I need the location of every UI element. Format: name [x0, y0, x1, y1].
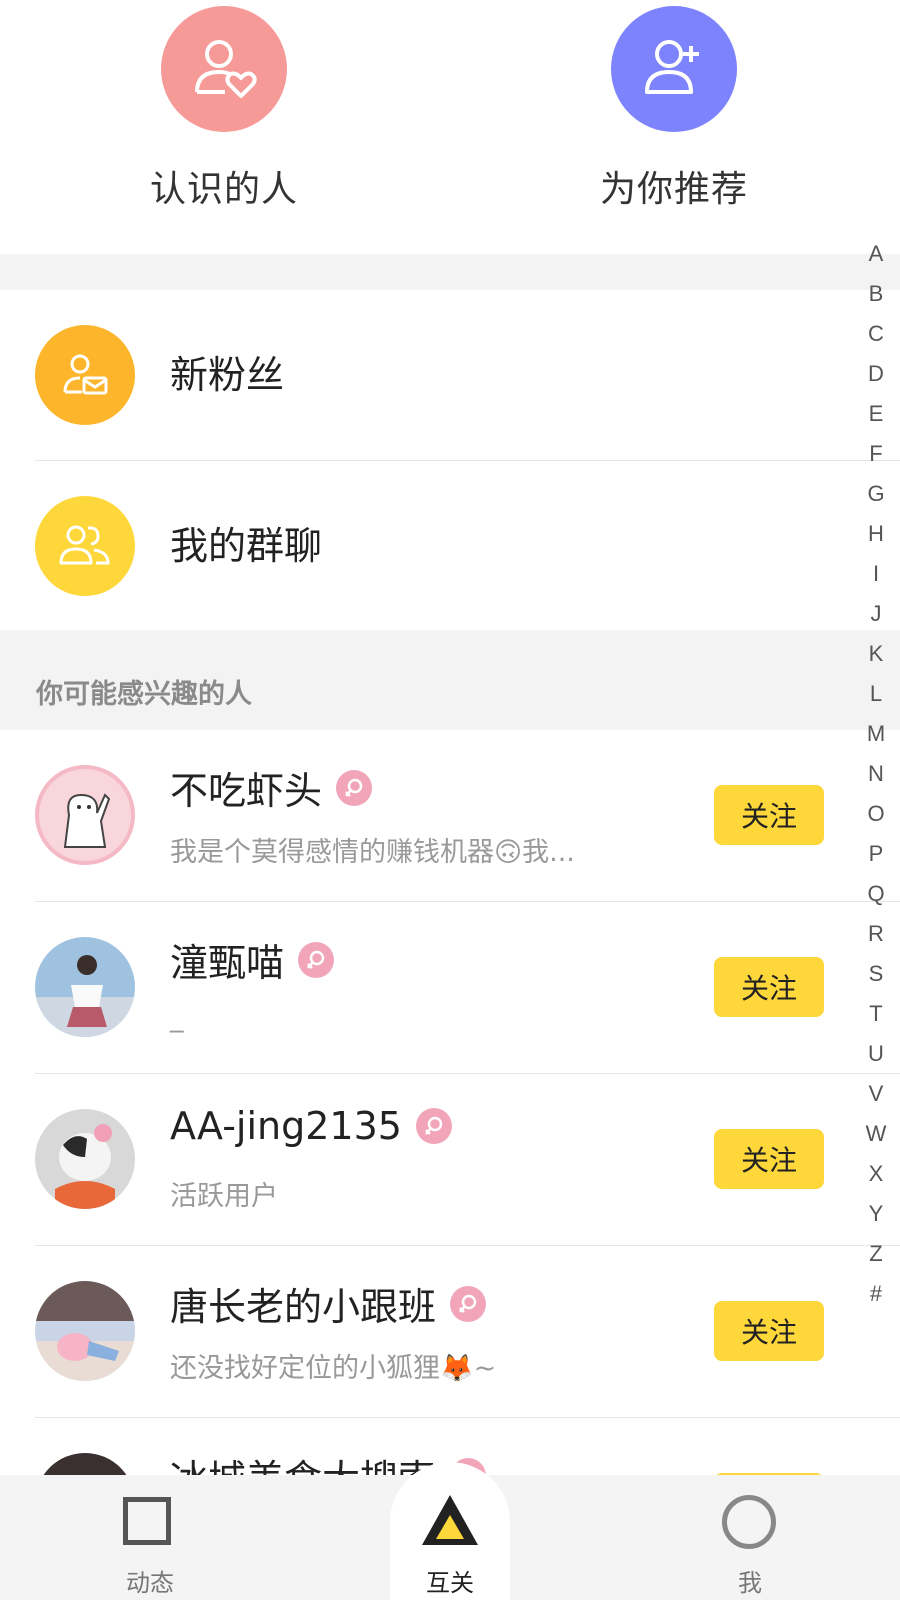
triangle-icon — [422, 1495, 478, 1545]
user-mail-icon — [35, 325, 135, 425]
user-plus-icon — [611, 6, 737, 132]
follow-button[interactable]: 关注 — [714, 1301, 824, 1361]
follow-button[interactable]: 关注 — [714, 1129, 824, 1189]
section-gap — [0, 254, 900, 290]
index-letter[interactable]: Q — [856, 874, 896, 914]
user-row: 不吃虾头 我是个莫得感情的赚钱机器🙃我... 关注 — [0, 730, 900, 901]
user-heart-icon — [161, 6, 287, 132]
user-row: 唐长老的小跟班 还没找好定位的小狐狸🦊~ 关注 — [0, 1246, 900, 1417]
follow-button[interactable]: 关注 — [714, 785, 824, 845]
index-letter[interactable]: U — [856, 1034, 896, 1074]
index-letter[interactable]: B — [856, 274, 896, 314]
index-letter[interactable]: O — [856, 794, 896, 834]
user-name-text: 唐长老的小跟班 — [170, 1285, 437, 1329]
index-letter[interactable]: F — [856, 434, 896, 474]
index-letter[interactable]: X — [856, 1154, 896, 1194]
index-letter[interactable]: D — [856, 354, 896, 394]
nav-mutual[interactable]: 互关 — [380, 1475, 520, 1600]
my-groups-row[interactable]: 我的群聊 — [0, 461, 900, 631]
female-icon — [415, 1108, 452, 1144]
known-people-label: 认识的人 — [149, 169, 298, 210]
nav-dynamic[interactable]: 动态 — [80, 1475, 220, 1600]
index-letter[interactable]: P — [856, 834, 896, 874]
square-icon — [123, 1497, 171, 1545]
quick-actions: 认识的人 为你推荐 — [0, 0, 900, 254]
index-letter[interactable]: K — [856, 634, 896, 674]
index-letter[interactable]: M — [856, 714, 896, 754]
circle-icon — [722, 1495, 776, 1549]
nav-mutual-label: 互关 — [426, 1569, 474, 1597]
index-letter[interactable]: Y — [856, 1194, 896, 1234]
user-name-text: 不吃虾头 — [170, 769, 323, 813]
index-letter[interactable]: N — [856, 754, 896, 794]
user-name-text: 潼甄喵 — [170, 941, 285, 985]
user-row: 潼甄喵 _ 关注 — [0, 902, 900, 1073]
index-letter[interactable]: T — [856, 994, 896, 1034]
avatar[interactable] — [35, 1281, 135, 1381]
female-icon — [298, 941, 335, 978]
female-icon — [450, 1285, 487, 1322]
nav-me-label: 我 — [738, 1569, 762, 1597]
index-letter[interactable]: A — [856, 234, 896, 274]
user-bio: 我是个莫得感情的赚钱机器🙃我... — [170, 837, 575, 868]
index-letter[interactable]: Z — [856, 1234, 896, 1274]
female-icon — [336, 769, 373, 806]
alphabet-index[interactable]: A B C D E F G H I J K L M N O P Q R S T U V W X Y Z # — [856, 234, 896, 1314]
avatar[interactable] — [35, 937, 135, 1037]
index-letter[interactable]: L — [856, 674, 896, 714]
index-letter[interactable]: R — [856, 914, 896, 954]
index-letter[interactable]: H — [856, 514, 896, 554]
nav-me[interactable]: 我 — [680, 1475, 820, 1600]
user-name[interactable]: 潼甄喵 — [170, 932, 335, 987]
index-letter[interactable]: W — [856, 1114, 896, 1154]
index-letter[interactable]: S — [856, 954, 896, 994]
section-header: 你可能感兴趣的人 — [0, 630, 900, 730]
nav-dynamic-label: 动态 — [126, 1569, 174, 1597]
new-fans-row[interactable]: 新粉丝 — [0, 290, 900, 460]
recommend-label: 为你推荐 — [599, 169, 748, 210]
known-people-button[interactable]: 认识的人 — [124, 6, 324, 212]
user-name[interactable]: AA-jing2135 — [170, 1104, 452, 1148]
index-letter[interactable]: V — [856, 1074, 896, 1114]
my-groups-label: 我的群聊 — [170, 524, 323, 568]
user-name-text: AA-jing2135 — [170, 1104, 402, 1148]
recommend-button[interactable]: 为你推荐 — [574, 6, 774, 212]
avatar[interactable] — [35, 1109, 135, 1209]
avatar[interactable] — [35, 765, 135, 865]
index-letter[interactable]: I — [856, 554, 896, 594]
group-icon — [35, 496, 135, 596]
user-bio: 活跃用户 — [170, 1181, 278, 1212]
user-name[interactable]: 唐长老的小跟班 — [170, 1276, 487, 1331]
index-letter[interactable]: E — [856, 394, 896, 434]
new-fans-label: 新粉丝 — [170, 353, 285, 397]
user-bio: 还没找好定位的小狐狸🦊~ — [170, 1353, 497, 1384]
index-letter[interactable]: G — [856, 474, 896, 514]
index-letter[interactable]: C — [856, 314, 896, 354]
user-row: AA-jing2135 活跃用户 关注 — [0, 1074, 900, 1245]
index-letter[interactable]: # — [856, 1274, 896, 1314]
follow-button[interactable]: 关注 — [714, 957, 824, 1017]
user-name[interactable]: 不吃虾头 — [170, 760, 373, 815]
user-bio: _ — [170, 1002, 184, 1033]
index-letter[interactable]: J — [856, 594, 896, 634]
